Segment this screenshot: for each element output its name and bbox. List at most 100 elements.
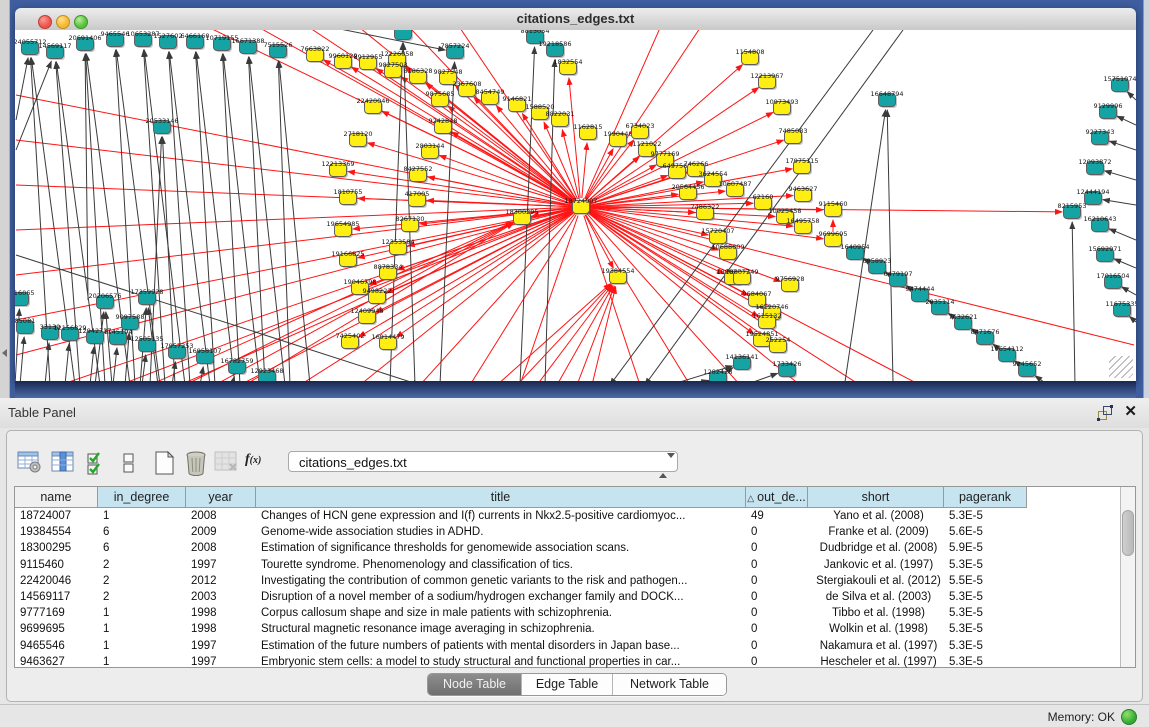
column-header-year[interactable]: year (186, 487, 256, 508)
graph-edge (196, 52, 215, 382)
graph-node[interactable] (395, 30, 412, 40)
delete-table-icon[interactable] (214, 450, 240, 479)
table-cell-out_de: 0 (746, 621, 808, 637)
graph-node-label: 12093872 (1078, 158, 1111, 166)
table-scrollbar-thumb[interactable] (1122, 510, 1134, 556)
show-columns-icon[interactable] (51, 450, 75, 479)
table-cell-in_degree: 1 (98, 621, 186, 637)
cytoscape-app: citations_edges.txt 18724007766382299601… (0, 0, 1149, 727)
table-row[interactable]: 946362711997Embryonic stem cells: a mode… (15, 654, 1121, 670)
function-builder-icon[interactable]: f(x) (245, 452, 261, 468)
graph-edge (335, 30, 445, 50)
column-header-name[interactable]: name (15, 487, 98, 508)
table-body: 1872400712008Changes of HCN gene express… (15, 508, 1121, 670)
table-cell-pagerank: 5.3E-5 (944, 638, 1027, 654)
graph-node-label: 15751074 (1103, 75, 1136, 83)
graph-node-label: 1145194 (104, 328, 133, 336)
column-header-label: title (491, 490, 510, 504)
column-header-title[interactable]: title (256, 487, 746, 508)
table-cell-year: 1997 (186, 557, 256, 573)
table-cell-name: 9463627 (15, 654, 98, 670)
row-mode-icon[interactable] (122, 450, 136, 481)
table-cell-title: Changes of HCN gene expression and I(f) … (256, 508, 746, 524)
tab-node-table[interactable]: Node Table (428, 674, 521, 695)
graph-node-label: 417005 (405, 190, 430, 198)
window-resize-grip[interactable] (1109, 356, 1133, 378)
graph-edge (1109, 141, 1136, 150)
graph-node-label: 7486322 (691, 203, 720, 211)
citation-network-graph[interactable]: 1872400776638229960129891295512226058982… (15, 30, 1136, 382)
table-row[interactable]: 977716911998Corpus callosum shape and si… (15, 605, 1121, 621)
table-cell-year: 1998 (186, 605, 256, 621)
graph-node-label: 15720407 (701, 227, 734, 235)
table-cell-out_de: 0 (746, 638, 808, 654)
table-row[interactable]: 2242004622012Investigating the contribut… (15, 573, 1121, 589)
column-header-pagerank[interactable]: pagerank (944, 487, 1027, 508)
table-row[interactable]: 1872400712008Changes of HCN gene express… (15, 508, 1121, 524)
graph-node-label: 22420046 (356, 97, 389, 105)
memory-status-indicator[interactable] (1121, 709, 1137, 725)
table-cell-name: 19384554 (15, 524, 98, 540)
graph-node-label: 9827548 (434, 68, 463, 76)
graph-node-label: 16648794 (870, 90, 903, 98)
table-settings-icon[interactable] (17, 450, 42, 479)
network-canvas[interactable]: 1872400776638229960129891295512226058982… (15, 30, 1136, 382)
table-cell-short: Tibbo et al. (1998) (808, 605, 944, 621)
graph-node-label: 8215953 (1058, 202, 1087, 210)
float-panel-icon[interactable] (1097, 405, 1113, 421)
delete-trash-icon[interactable] (183, 450, 209, 481)
graph-node-label: 16033809 (386, 30, 419, 31)
graph-node-label: 1162815 (574, 123, 603, 131)
column-header-label: out_de... (757, 490, 806, 504)
graph-node-label: 1733426 (773, 360, 802, 368)
graph-node-label: 1810755 (334, 188, 363, 196)
graph-node-label: 9699695 (819, 230, 848, 238)
table-cell-title: Corpus callosum shape and size in male p… (256, 605, 746, 621)
table-row[interactable]: 1456911722003Disruption of a novel membe… (15, 589, 1121, 605)
table-row[interactable]: 911546021997Tourette syndrome. Phenomeno… (15, 557, 1121, 573)
table-cell-short: Wolkin et al. (1998) (808, 621, 944, 637)
graph-node-label: 6479197 (884, 270, 913, 278)
column-header-out_de[interactable]: △out_de... (746, 487, 808, 508)
new-column-icon[interactable] (152, 450, 178, 481)
graph-edge (1105, 171, 1136, 180)
column-header-short[interactable]: short (808, 487, 944, 508)
table-row[interactable]: 969969511998Structural magnetic resonanc… (15, 621, 1121, 637)
close-panel-icon[interactable]: ✕ (1124, 402, 1137, 420)
table-row[interactable]: 1830029562008Estimation of significance … (15, 540, 1121, 556)
graph-edge (169, 52, 210, 382)
graph-node-label: 2718120 (344, 130, 373, 138)
graph-node-label: 14569117 (38, 42, 71, 50)
tab-edge-table[interactable]: Edge Table (521, 674, 612, 695)
table-cell-out_de: 49 (746, 508, 808, 524)
graph-node-label: 8186328 (404, 67, 433, 75)
table-cell-short: Yano et al. (2008) (808, 508, 944, 524)
column-header-in_degree[interactable]: in_degree (98, 487, 186, 508)
table-cell-title: Estimation of significance thresholds fo… (256, 540, 746, 556)
graph-node-label: 19384554 (601, 267, 634, 275)
graph-node-label: 8427552 (404, 165, 433, 173)
select-all-icon[interactable] (86, 450, 108, 481)
table-cell-short: de Silva et al. (2003) (808, 589, 944, 605)
graph-edge (106, 312, 112, 382)
graph-node-label: 12353584 (381, 238, 414, 246)
graph-node-label: 1615132 (753, 312, 782, 320)
tab-network-table[interactable]: Network Table (612, 674, 726, 695)
table-selector-dropdown[interactable]: citations_edges.txt (288, 451, 678, 472)
graph-node-label: 6958923 (863, 257, 892, 265)
collapse-panel-icon[interactable] (2, 349, 7, 357)
graph-node-label: 2516065 (15, 289, 34, 297)
graph-node-label: 12444194 (1076, 188, 1109, 196)
table-row[interactable]: 946554611997Estimation of the future num… (15, 638, 1121, 654)
graph-node-label: 19654985 (326, 220, 359, 228)
graph-edge (215, 223, 513, 382)
table-cell-short: Hescheler et al. (1997) (808, 654, 944, 670)
table-cell-in_degree: 1 (98, 654, 186, 670)
table-cell-out_de: 0 (746, 654, 808, 670)
table-scrollbar[interactable] (1120, 487, 1135, 667)
graph-node-label: 18807249 (725, 268, 758, 276)
graph-node-label: 1282428 (704, 368, 733, 376)
network-window-titlebar[interactable]: citations_edges.txt (15, 8, 1136, 31)
table-row[interactable]: 1938455462009Genome-wide association stu… (15, 524, 1121, 540)
graph-node-label: 3624554 (699, 170, 728, 178)
